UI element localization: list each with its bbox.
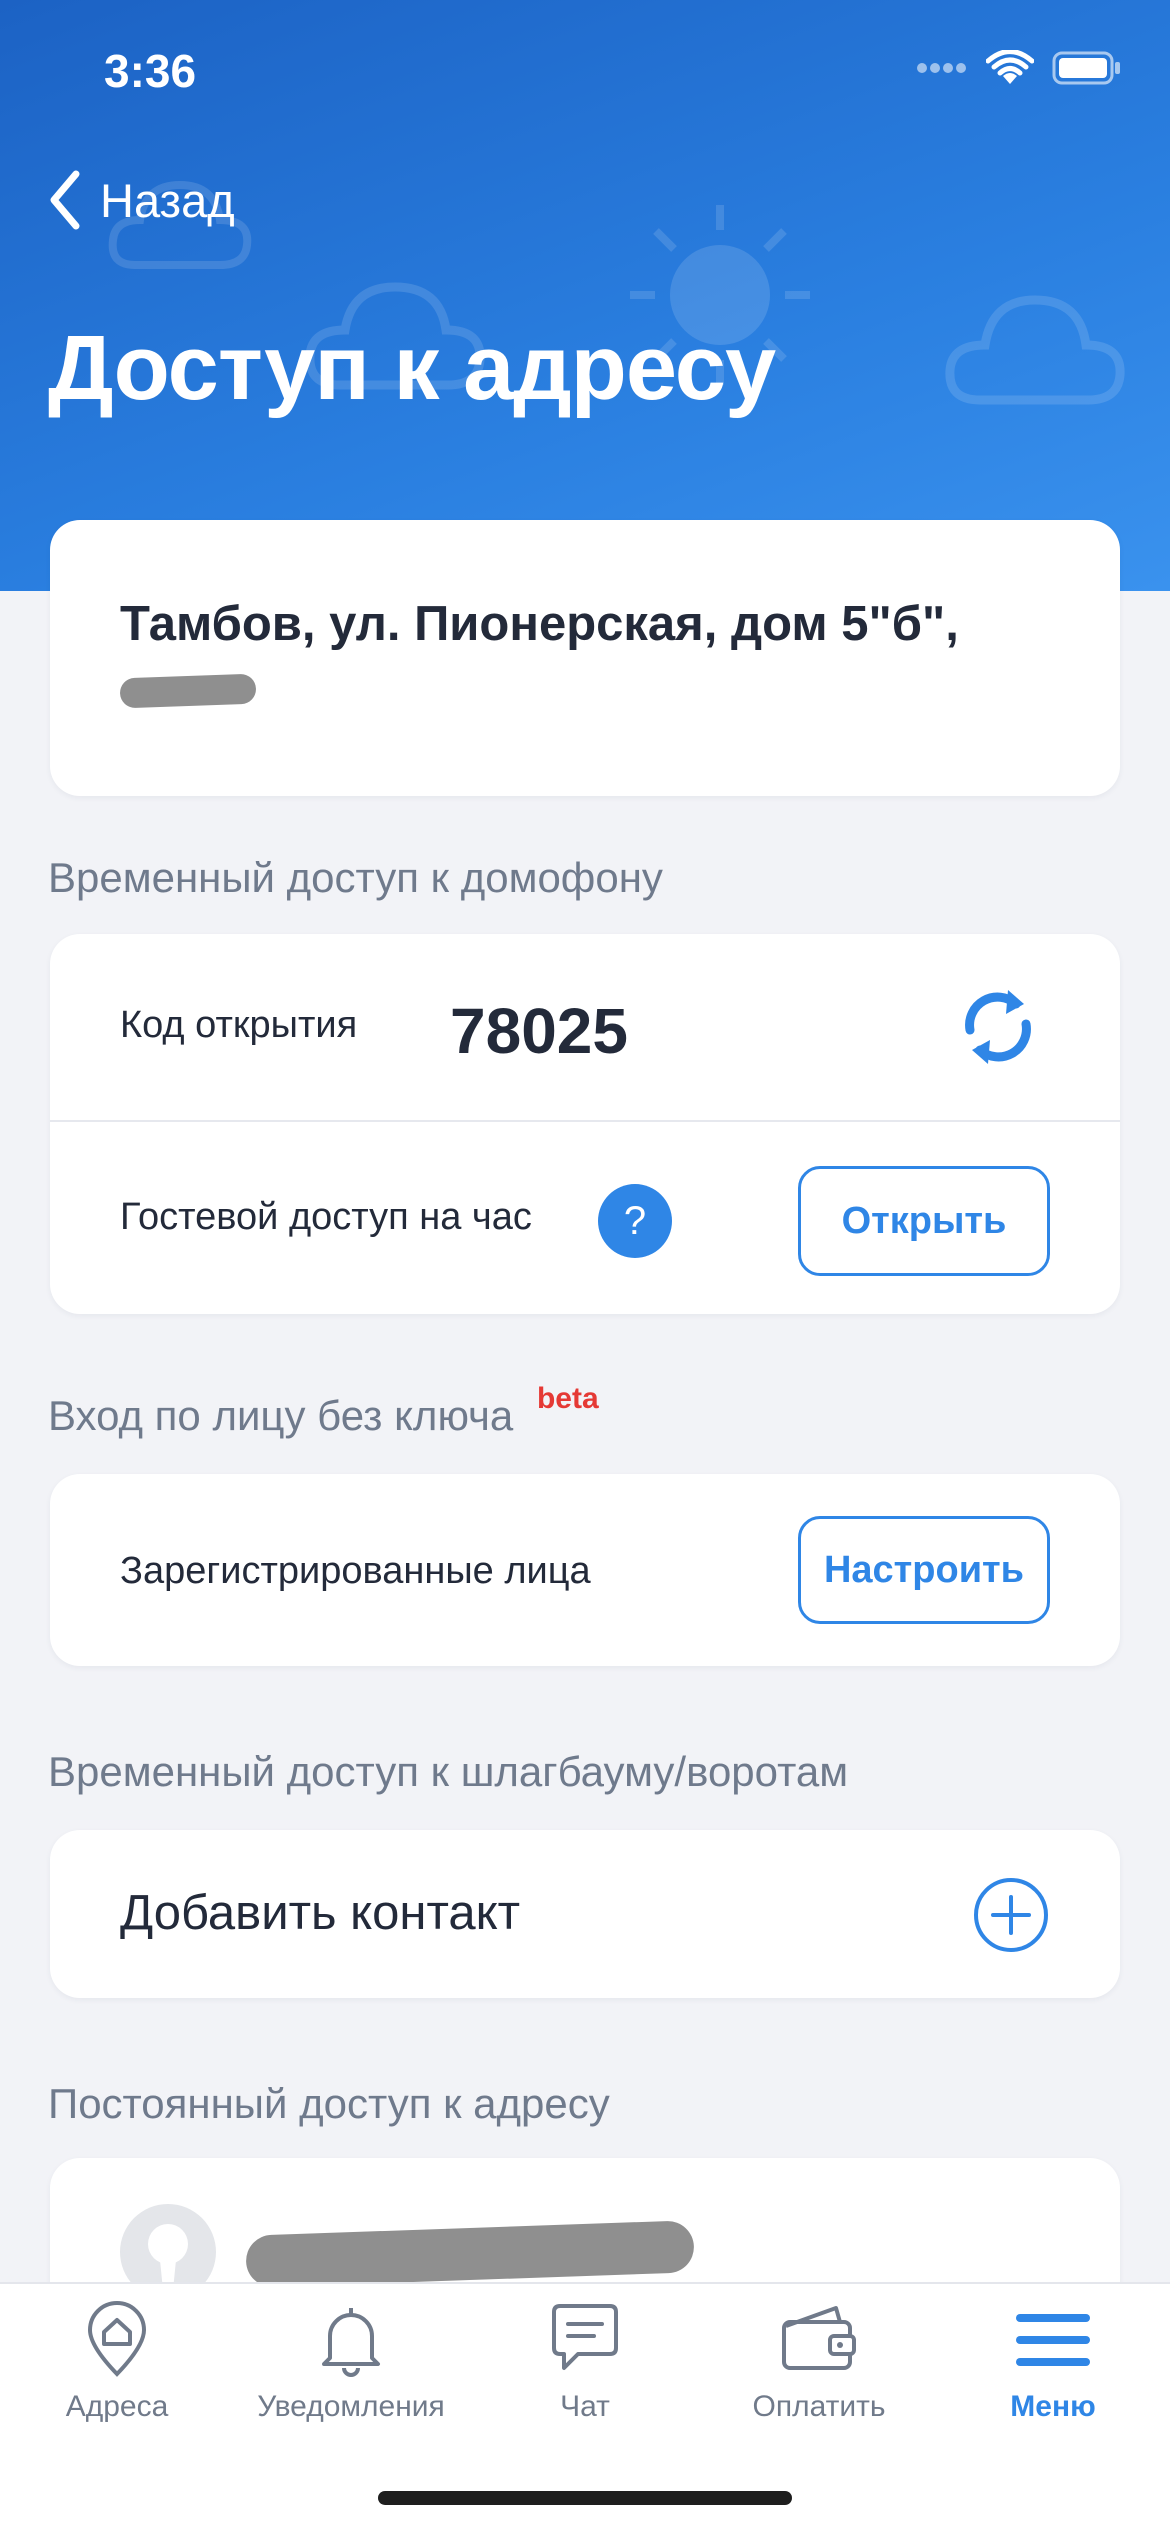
- face-section-title: Вход по лицу без ключа: [48, 1392, 514, 1439]
- code-label: Код открытия: [120, 1004, 358, 1046]
- tab-pay[interactable]: Оплатить: [702, 2300, 936, 2424]
- status-icons: [916, 50, 1122, 86]
- add-circle-icon[interactable]: [972, 1876, 1050, 1954]
- header: 3:36 Назад Доступ к адресу: [0, 0, 1170, 591]
- code-value: 78025: [450, 995, 628, 1067]
- guest-access-label: Гостевой доступ на час: [120, 1196, 532, 1238]
- redacted-address-part: [119, 673, 257, 709]
- back-label: Назад: [100, 173, 235, 227]
- refresh-icon[interactable]: [958, 984, 1038, 1070]
- divider: [50, 1120, 1120, 1122]
- intercom-card: Код открытия 78025 Гостевой доступ на ча…: [50, 934, 1120, 1314]
- tab-menu[interactable]: Меню: [936, 2300, 1170, 2424]
- battery-icon: [1052, 51, 1120, 85]
- wallet-icon: [782, 2306, 856, 2370]
- tab-label: Уведомления: [257, 2390, 445, 2423]
- help-glyph: ?: [623, 1198, 647, 1243]
- chat-icon: [552, 2304, 618, 2370]
- add-contact-label: Добавить контакт: [120, 1886, 521, 1940]
- chevron-left-icon: [50, 170, 80, 230]
- home-indicator: [378, 2491, 792, 2505]
- tab-label: Оплатить: [752, 2390, 886, 2423]
- configure-button[interactable]: Настроить: [798, 1516, 1050, 1624]
- help-button[interactable]: ?: [598, 1184, 672, 1258]
- page-title: Доступ к адресу: [48, 317, 776, 419]
- back-button[interactable]: Назад: [48, 170, 235, 230]
- redacted-contact-name: [245, 2220, 695, 2288]
- tab-label: Адреса: [65, 2390, 169, 2423]
- address-text: Тамбов, ул. Пионерская, дом 5"б",: [120, 597, 959, 651]
- bell-icon: [322, 2308, 380, 2377]
- section-label-face: Вход по лицу без ключа beta: [48, 1382, 599, 1440]
- tab-chat[interactable]: Чат: [468, 2300, 702, 2424]
- section-label-intercom: Временный доступ к домофону: [48, 854, 663, 901]
- tab-notifications[interactable]: Уведомления: [234, 2300, 468, 2424]
- section-label-permanent: Постоянный доступ к адресу: [48, 2080, 610, 2127]
- tab-addresses[interactable]: Адреса: [0, 2300, 234, 2424]
- face-card: Зарегистрированные лица Настроить: [50, 1474, 1120, 1666]
- beta-badge: beta: [536, 1382, 599, 1415]
- wifi-icon: [986, 50, 1034, 84]
- address-card: Тамбов, ул. Пионерская, дом 5"б",: [50, 520, 1120, 796]
- tab-label: Чат: [560, 2390, 610, 2423]
- menu-icon: [1016, 2314, 1090, 2366]
- add-contact-card[interactable]: Добавить контакт: [50, 1830, 1120, 1998]
- home-pin-icon: [87, 2301, 147, 2377]
- open-button[interactable]: Открыть: [798, 1166, 1050, 1276]
- signal-icon: [917, 63, 966, 73]
- tab-label: Меню: [1010, 2390, 1096, 2423]
- status-time: 3:36: [104, 45, 197, 97]
- cloud-icon: [945, 295, 1125, 405]
- registered-faces-label: Зарегистрированные лица: [120, 1550, 591, 1592]
- section-label-barrier: Временный доступ к шлагбауму/воротам: [48, 1748, 849, 1795]
